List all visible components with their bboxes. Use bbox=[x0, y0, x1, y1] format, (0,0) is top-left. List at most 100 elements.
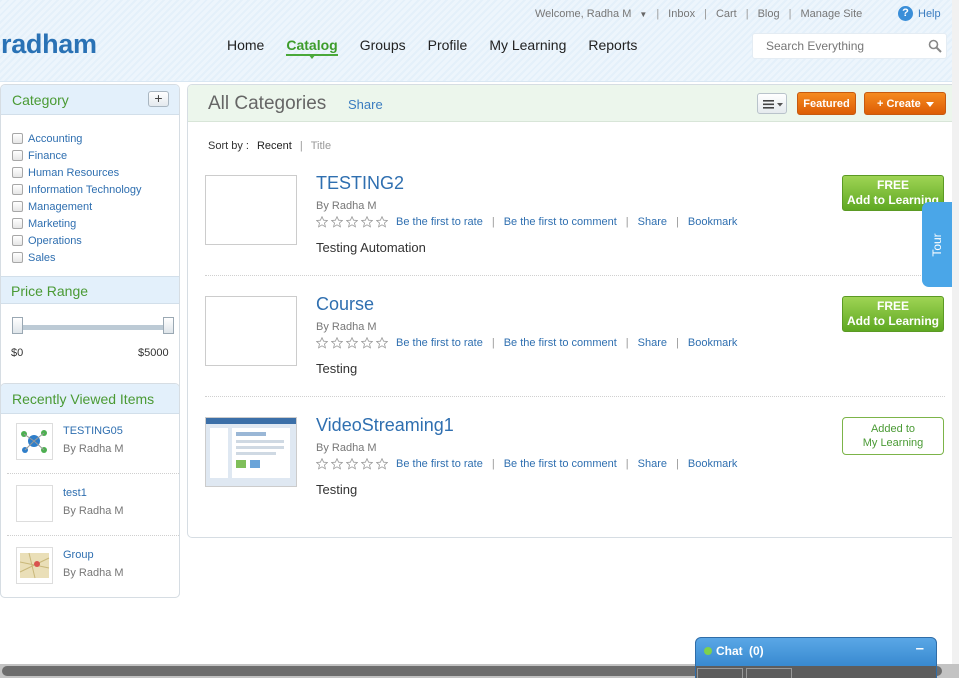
comment-link[interactable]: Be the first to comment bbox=[504, 216, 617, 228]
star-icon[interactable] bbox=[316, 216, 328, 228]
rate-link[interactable]: Be the first to rate bbox=[396, 337, 483, 349]
nav-groups[interactable]: Groups bbox=[360, 37, 406, 53]
star-icon[interactable] bbox=[376, 458, 388, 470]
help-icon[interactable]: ? bbox=[898, 6, 913, 21]
chat-label[interactable]: Chat bbox=[716, 644, 743, 658]
recent-thumbnail[interactable] bbox=[16, 547, 53, 584]
category-item[interactable]: Information Technology bbox=[12, 181, 142, 198]
added-to-learning-button[interactable]: Added to My Learning bbox=[842, 417, 944, 455]
nav-my-learning[interactable]: My Learning bbox=[489, 37, 566, 53]
search-icon[interactable] bbox=[928, 39, 942, 53]
view-toggle-button[interactable] bbox=[757, 93, 787, 114]
price-slider[interactable] bbox=[12, 317, 174, 334]
chat-tab[interactable] bbox=[746, 668, 792, 678]
category-checkbox[interactable] bbox=[12, 150, 23, 161]
rating-stars[interactable] bbox=[316, 216, 391, 228]
category-checkbox[interactable] bbox=[12, 184, 23, 195]
nav-reports[interactable]: Reports bbox=[588, 37, 637, 53]
category-item[interactable]: Operations bbox=[12, 232, 142, 249]
price-min-handle[interactable] bbox=[12, 317, 23, 334]
star-icon[interactable] bbox=[346, 216, 358, 228]
recently-viewed-title: Recently Viewed Items bbox=[12, 391, 155, 407]
nav-profile[interactable]: Profile bbox=[428, 37, 468, 53]
rating-stars[interactable] bbox=[316, 458, 391, 470]
rate-link[interactable]: Be the first to rate bbox=[396, 216, 483, 228]
nav-catalog[interactable]: Catalog bbox=[286, 37, 339, 59]
minimize-icon[interactable]: – bbox=[916, 640, 924, 657]
star-icon[interactable] bbox=[361, 337, 373, 349]
course-title[interactable]: VideoStreaming1 bbox=[316, 415, 454, 436]
chat-widget[interactable]: Chat (0) – bbox=[695, 637, 937, 678]
rate-link[interactable]: Be the first to rate bbox=[396, 458, 483, 470]
blog-link[interactable]: Blog bbox=[758, 8, 780, 20]
vertical-scrollbar[interactable] bbox=[952, 0, 959, 664]
star-icon[interactable] bbox=[331, 337, 343, 349]
star-icon[interactable] bbox=[376, 216, 388, 228]
category-checkbox[interactable] bbox=[12, 133, 23, 144]
cart-link[interactable]: Cart bbox=[716, 8, 737, 20]
course-title[interactable]: TESTING2 bbox=[316, 173, 404, 194]
course-share-link[interactable]: Share bbox=[638, 337, 667, 349]
price-max-handle[interactable] bbox=[163, 317, 174, 334]
page-title: All Categories bbox=[208, 93, 327, 114]
recent-item[interactable]: Group By Radha M bbox=[16, 547, 171, 592]
bookmark-link[interactable]: Bookmark bbox=[688, 458, 738, 470]
category-checkbox[interactable] bbox=[12, 235, 23, 246]
star-icon[interactable] bbox=[316, 458, 328, 470]
category-checkbox[interactable] bbox=[12, 252, 23, 263]
manage-site-link[interactable]: Manage Site bbox=[800, 8, 862, 20]
star-icon[interactable] bbox=[346, 337, 358, 349]
bookmark-link[interactable]: Bookmark bbox=[688, 216, 738, 228]
category-checkbox[interactable] bbox=[12, 167, 23, 178]
welcome-label[interactable]: Welcome, Radha M bbox=[535, 8, 631, 20]
category-item[interactable]: Sales bbox=[12, 249, 142, 266]
star-icon[interactable] bbox=[331, 458, 343, 470]
star-icon[interactable] bbox=[376, 337, 388, 349]
category-checkbox[interactable] bbox=[12, 218, 23, 229]
comment-link[interactable]: Be the first to comment bbox=[504, 458, 617, 470]
recent-item-name[interactable]: Group bbox=[63, 549, 94, 561]
course-share-link[interactable]: Share bbox=[638, 216, 667, 228]
star-icon[interactable] bbox=[361, 216, 373, 228]
recent-item-name[interactable]: test1 bbox=[63, 487, 87, 499]
course-title[interactable]: Course bbox=[316, 294, 374, 315]
course-thumbnail[interactable] bbox=[205, 296, 297, 366]
course-thumbnail[interactable] bbox=[205, 175, 297, 245]
recent-thumbnail[interactable] bbox=[16, 485, 53, 522]
recent-item-name[interactable]: TESTING05 bbox=[63, 425, 123, 437]
category-item[interactable]: Finance bbox=[12, 147, 142, 164]
bookmark-link[interactable]: Bookmark bbox=[688, 337, 738, 349]
inbox-link[interactable]: Inbox bbox=[668, 8, 695, 20]
star-icon[interactable] bbox=[316, 337, 328, 349]
star-icon[interactable] bbox=[346, 458, 358, 470]
comment-link[interactable]: Be the first to comment bbox=[504, 337, 617, 349]
sort-title[interactable]: Title bbox=[311, 140, 331, 152]
rating-stars[interactable] bbox=[316, 337, 391, 349]
category-item[interactable]: Human Resources bbox=[12, 164, 142, 181]
chat-tab[interactable] bbox=[697, 668, 743, 678]
featured-button[interactable]: Featured bbox=[797, 92, 856, 115]
sort-recent[interactable]: Recent bbox=[257, 140, 292, 152]
add-to-learning-button[interactable]: FREE Add to Learning bbox=[842, 296, 944, 332]
add-category-button[interactable]: + bbox=[148, 91, 169, 107]
help-link[interactable]: Help bbox=[918, 8, 941, 20]
chevron-down-icon[interactable]: ▼ bbox=[639, 10, 647, 19]
category-checkbox[interactable] bbox=[12, 201, 23, 212]
course-description: Testing bbox=[316, 482, 358, 497]
star-icon[interactable] bbox=[331, 216, 343, 228]
create-button[interactable]: + Create bbox=[864, 92, 946, 115]
category-item[interactable]: Management bbox=[12, 198, 142, 215]
course-share-link[interactable]: Share bbox=[638, 458, 667, 470]
category-item[interactable]: Marketing bbox=[12, 215, 142, 232]
recent-thumbnail[interactable] bbox=[16, 423, 53, 460]
category-item[interactable]: Accounting bbox=[12, 130, 142, 147]
recent-item[interactable]: TESTING05 By Radha M bbox=[16, 423, 171, 468]
site-logo[interactable]: radham bbox=[1, 29, 97, 60]
course-thumbnail[interactable] bbox=[205, 417, 297, 487]
share-link[interactable]: Share bbox=[348, 97, 383, 112]
tour-tab[interactable]: Tour bbox=[922, 202, 952, 287]
nav-home[interactable]: Home bbox=[227, 37, 264, 53]
recent-item[interactable]: test1 By Radha M bbox=[16, 485, 171, 530]
star-icon[interactable] bbox=[361, 458, 373, 470]
search-input[interactable] bbox=[766, 39, 916, 53]
